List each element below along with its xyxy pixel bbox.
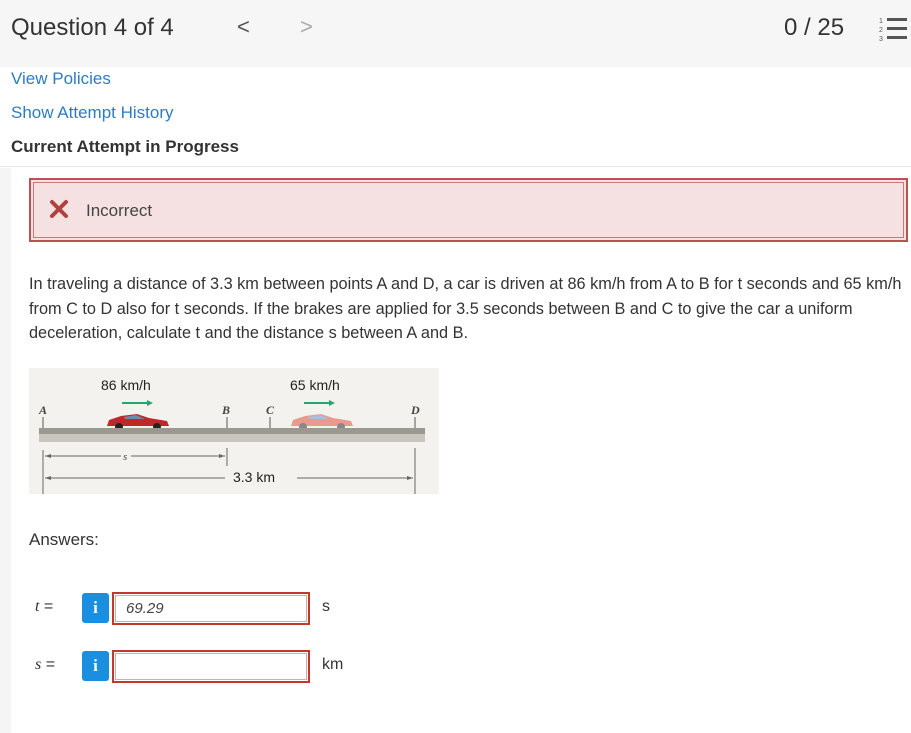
point-d-label: D (410, 403, 420, 417)
feedback-status: Incorrect (86, 201, 153, 220)
point-a-label: A (38, 403, 47, 417)
answer-s-label: s = (35, 656, 55, 674)
next-question-button[interactable]: > (300, 14, 313, 40)
answer-t-input[interactable] (112, 592, 310, 625)
answer-s-unit: km (322, 656, 344, 673)
answer-t-unit: s (322, 598, 330, 615)
info-icon[interactable]: i (82, 593, 109, 623)
answer-s-eq: = (45, 656, 56, 673)
feedback-alert (29, 178, 908, 242)
s-label: s (123, 451, 127, 463)
question-title: Question 4 of 4 (11, 14, 174, 41)
speed-1-label: 86 km/h (101, 377, 151, 393)
left-gutter (0, 168, 11, 733)
answer-t-var: t (35, 598, 40, 615)
score-display: 0 / 25 (784, 14, 845, 41)
point-c-label: C (266, 403, 275, 417)
problem-figure: 86 km/h 65 km/h A B C D s 3.3 km (29, 368, 439, 494)
svg-text:3: 3 (879, 36, 883, 43)
problem-statement: In traveling a distance of 3.3 km betwee… (29, 275, 902, 342)
show-attempt-history-link[interactable]: Show Attempt History (11, 103, 174, 123)
svg-text:1: 1 (879, 18, 883, 25)
feedback-alert-border (33, 182, 904, 238)
info-icon[interactable]: i (82, 651, 109, 681)
speed-2-label: 65 km/h (290, 377, 340, 393)
answer-t-label: t = (35, 598, 53, 616)
point-b-label: B (221, 403, 230, 417)
question-list-icon[interactable]: 1 2 3 (878, 14, 908, 46)
answer-s-var: s (35, 656, 42, 673)
view-policies-link[interactable]: View Policies (11, 69, 111, 89)
answers-label: Answers: (29, 530, 99, 549)
svg-text:2: 2 (879, 27, 883, 34)
attempt-status: Current Attempt in Progress (11, 137, 239, 156)
divider (0, 166, 911, 167)
previous-question-button[interactable]: < (237, 14, 250, 40)
incorrect-x-icon (50, 200, 68, 218)
answer-s-input[interactable] (112, 650, 310, 683)
distance-label: 3.3 km (233, 469, 275, 485)
answer-t-eq: = (43, 598, 54, 615)
